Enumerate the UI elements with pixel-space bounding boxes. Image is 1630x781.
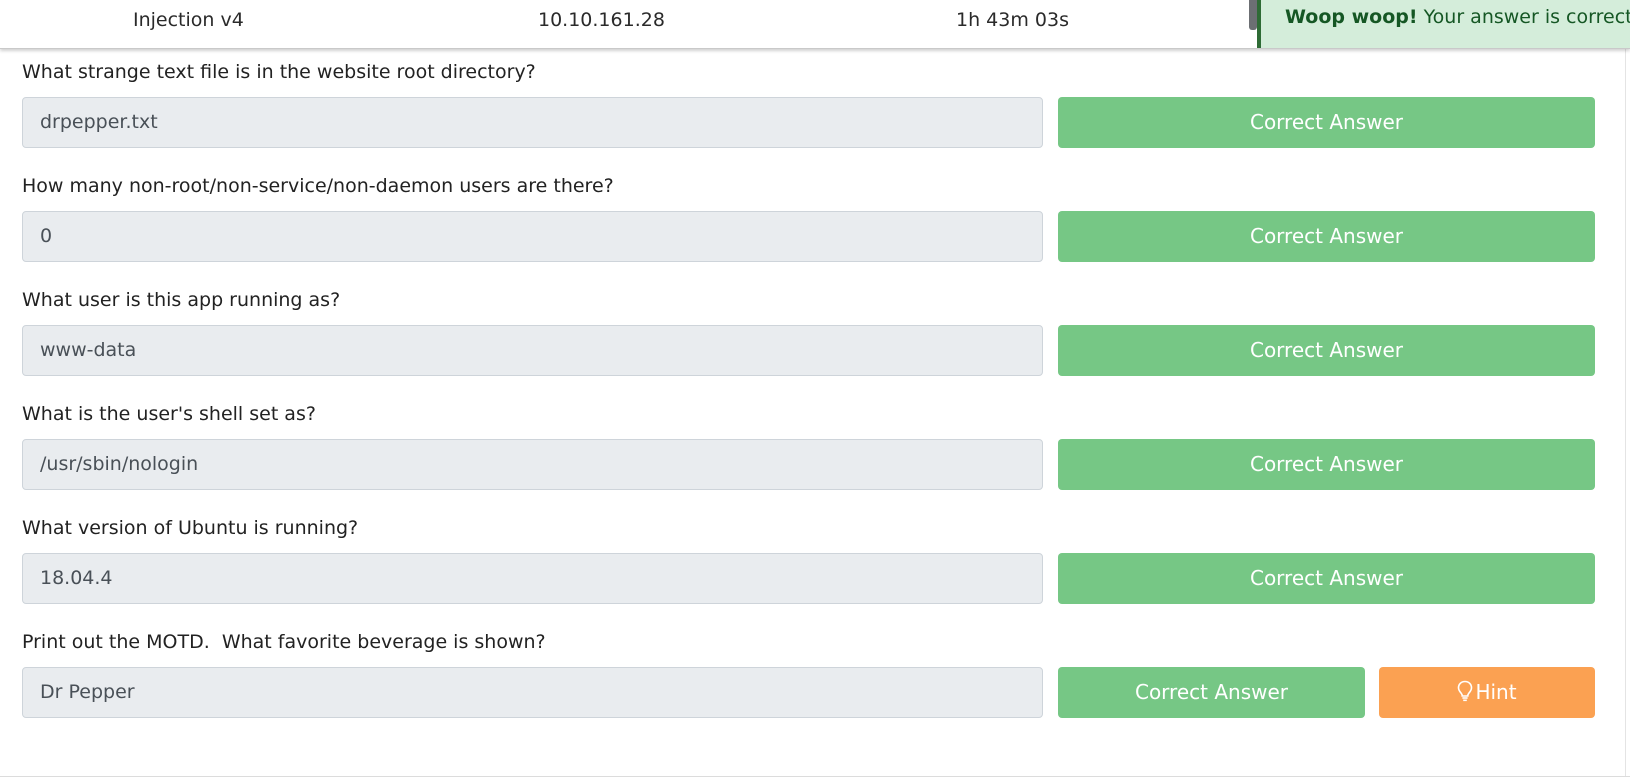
panel-border [1625, 49, 1626, 776]
questions-section: What strange text file is in the website… [0, 49, 1630, 779]
correct-answer-button[interactable]: Correct Answer [1058, 439, 1595, 490]
correct-answer-button[interactable]: Correct Answer [1058, 97, 1595, 148]
question-item: Print out the MOTD. What favorite bevera… [22, 627, 1600, 718]
success-toast: Woop woop! Your answer is correct [1257, 0, 1630, 48]
correct-answer-button[interactable]: Correct Answer [1058, 553, 1595, 604]
answer-row: Dr Pepper Correct Answer Hint [22, 667, 1600, 718]
question-item: What version of Ubuntu is running? 18.04… [22, 513, 1600, 604]
time-remaining: 1h 43m 03s [956, 9, 1069, 31]
answer-row: 18.04.4 Correct Answer [22, 553, 1600, 604]
answer-row: 0 Correct Answer [22, 211, 1600, 262]
answer-field[interactable]: Dr Pepper [22, 667, 1043, 718]
question-item: What strange text file is in the website… [22, 57, 1600, 148]
question-text: What version of Ubuntu is running? [22, 517, 359, 539]
question-text: Print out the MOTD. What favorite bevera… [22, 631, 546, 653]
answer-field[interactable]: drpepper.txt [22, 97, 1043, 148]
answer-field[interactable]: www-data [22, 325, 1043, 376]
question-text: What strange text file is in the website… [22, 61, 536, 83]
question-item: How many non-root/non-service/non-daemon… [22, 171, 1600, 262]
correct-answer-button[interactable]: Correct Answer [1058, 211, 1595, 262]
question-text: What user is this app running as? [22, 289, 341, 311]
question-item: What user is this app running as? www-da… [22, 285, 1600, 376]
target-ip-address: 10.10.161.28 [538, 9, 665, 31]
question-text: How many non-root/non-service/non-daemon… [22, 175, 614, 197]
answer-row: www-data Correct Answer [22, 325, 1600, 376]
toast-title: Woop woop! [1285, 6, 1418, 28]
lightbulb-icon [1458, 680, 1473, 702]
hint-button[interactable]: Hint [1379, 667, 1595, 718]
room-name: Injection v4 [133, 9, 244, 31]
answer-field[interactable]: 0 [22, 211, 1043, 262]
question-text: What is the user's shell set as? [22, 403, 316, 425]
question-item: What is the user's shell set as? /usr/sb… [22, 399, 1600, 490]
answer-row: drpepper.txt Correct Answer [22, 97, 1600, 148]
answer-row: /usr/sbin/nologin Correct Answer [22, 439, 1600, 490]
correct-answer-button[interactable]: Correct Answer [1058, 325, 1595, 376]
toast-message: Your answer is correct [1423, 6, 1630, 28]
correct-answer-button[interactable]: Correct Answer [1058, 667, 1365, 718]
scroll-handle[interactable] [1249, 0, 1257, 30]
panel-bottom-divider [0, 776, 1630, 777]
hint-label: Hint [1475, 680, 1517, 704]
answer-field[interactable]: 18.04.4 [22, 553, 1043, 604]
answer-field[interactable]: /usr/sbin/nologin [22, 439, 1043, 490]
